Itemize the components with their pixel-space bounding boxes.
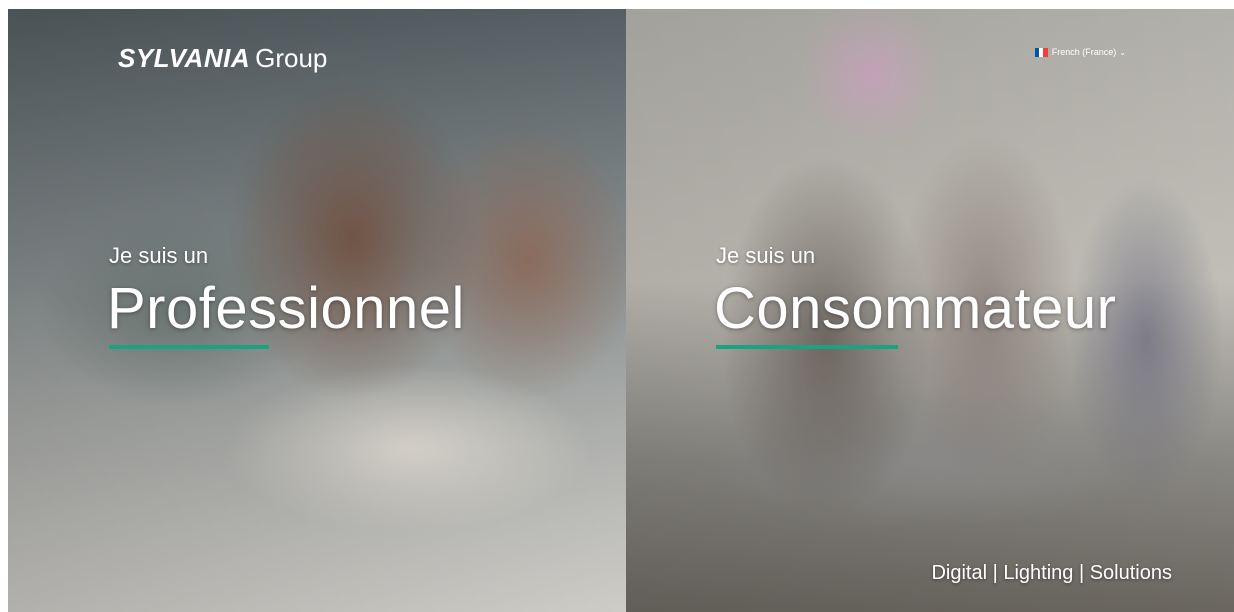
consumer-accent-underline: [716, 345, 898, 349]
france-flag-icon: [1034, 47, 1048, 57]
professional-lead-text: Je suis un: [109, 243, 209, 268]
consumer-lead-text: Je suis un: [716, 243, 816, 268]
language-selector[interactable]: French (France) ⌄: [1034, 47, 1126, 57]
chevron-down-icon: ⌄: [1119, 47, 1126, 57]
consumer-panel[interactable]: French (France) ⌄ Je suis un Consommateu…: [626, 9, 1234, 612]
professional-title[interactable]: Professionnel: [107, 280, 465, 338]
language-label: French (France): [1051, 47, 1117, 57]
tagline-text: Digital | Lighting | Solutions: [931, 562, 1172, 584]
logo-group-text: Group: [255, 43, 328, 73]
professional-accent-underline: [109, 345, 269, 349]
landing-stage: SYLVANIA Group Je suis un Professionnel F…: [8, 9, 1234, 612]
flag-red-band: [1043, 47, 1048, 57]
professional-panel[interactable]: SYLVANIA Group Je suis un Professionnel: [8, 9, 626, 612]
logo-brand-text: SYLVANIA: [118, 43, 251, 73]
sylvania-group-logo[interactable]: SYLVANIA Group: [118, 45, 327, 71]
consumer-title[interactable]: Consommateur: [714, 280, 1116, 338]
